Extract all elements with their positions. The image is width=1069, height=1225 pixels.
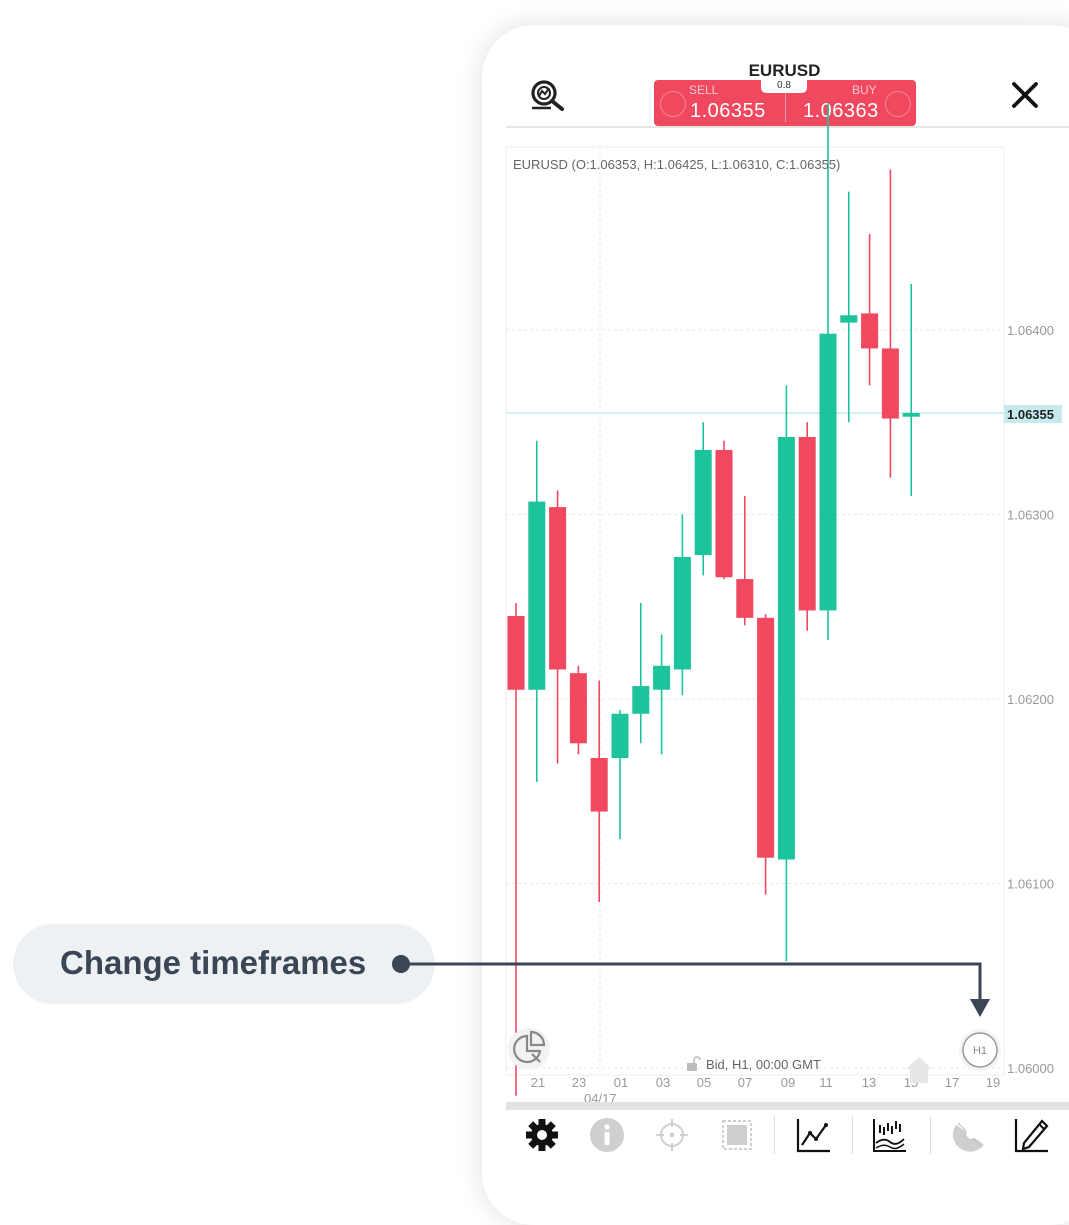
candle-body <box>653 665 671 690</box>
candle-body <box>611 713 629 759</box>
x-tick-label: 13 <box>862 1075 876 1090</box>
scroll-to-latest-icon[interactable] <box>902 1053 936 1087</box>
candle-body <box>798 437 816 611</box>
pie-chart-icon[interactable] <box>506 1026 552 1072</box>
candle-body <box>757 617 775 858</box>
y-tick-label: 1.06100 <box>1007 877 1054 892</box>
candle-body <box>777 437 795 860</box>
toolbar-separator <box>774 1116 775 1154</box>
info-icon[interactable] <box>587 1115 627 1155</box>
candle-body <box>715 449 733 578</box>
y-tick-label: 1.06300 <box>1007 508 1054 523</box>
timeframe-button[interactable]: H1 <box>958 1028 1002 1072</box>
candle-body <box>569 673 587 744</box>
x-tick-label: 07 <box>738 1075 752 1090</box>
magnet-icon[interactable] <box>948 1115 988 1155</box>
x-tick-label: 21 <box>531 1075 545 1090</box>
candle-body <box>819 333 837 611</box>
crosshair-icon[interactable] <box>652 1115 692 1155</box>
gear-icon[interactable] <box>522 1115 562 1155</box>
candle-body <box>694 449 712 556</box>
candle-body <box>840 315 858 323</box>
indicators-icon[interactable] <box>870 1115 910 1155</box>
x-tick-label: 03 <box>656 1075 670 1090</box>
y-tick-label: 1.06400 <box>1007 323 1054 338</box>
candle-body <box>507 615 525 690</box>
draw-tool-icon[interactable] <box>1012 1115 1052 1155</box>
x-tick-label: 09 <box>781 1075 795 1090</box>
candle-body <box>528 501 546 690</box>
status-text: Bid, H1, 00:00 GMT <box>706 1057 821 1072</box>
toolbar-divider <box>506 1102 1069 1110</box>
candle-body <box>736 579 754 618</box>
y-tick-label: 1.06000 <box>1007 1061 1054 1076</box>
timeframe-label: H1 <box>973 1045 987 1057</box>
select-area-icon[interactable] <box>717 1115 757 1155</box>
candle-body <box>881 348 899 419</box>
chart-frame <box>505 146 1005 1076</box>
x-tick-label: 23 <box>572 1075 586 1090</box>
ohlc-text: EURUSD (O:1.06353, H:1.06425, L:1.06310,… <box>513 157 840 172</box>
price-chart[interactable]: 1.06400 1.06300 1.06200 1.06100 1.06000 21 23 0… <box>482 25 1069 1105</box>
x-tick-label: 11 <box>819 1075 833 1090</box>
candle-body <box>902 413 920 417</box>
unlock-icon <box>687 1056 701 1071</box>
toolbar-separator <box>930 1116 931 1154</box>
callout-label: Change timeframes <box>60 944 367 981</box>
toolbar-separator <box>852 1116 853 1154</box>
candle-body <box>861 313 879 349</box>
candle-body <box>549 507 567 670</box>
current-price-label: 1.06355 <box>1007 407 1054 422</box>
x-tick-label: 19 <box>986 1075 1000 1090</box>
line-chart-icon[interactable] <box>794 1115 834 1155</box>
candle-body <box>673 556 691 670</box>
x-tick-label: 01 <box>614 1075 628 1090</box>
x-tick-label: 05 <box>697 1075 711 1090</box>
candle-body <box>590 758 608 812</box>
y-tick-label: 1.06200 <box>1007 692 1054 707</box>
candle-body <box>632 686 650 714</box>
phone-frame: EURUSD 0.8 SELL 1.06355 BUY 1.06363 1.06… <box>482 25 1069 1225</box>
x-tick-label: 17 <box>945 1075 959 1090</box>
